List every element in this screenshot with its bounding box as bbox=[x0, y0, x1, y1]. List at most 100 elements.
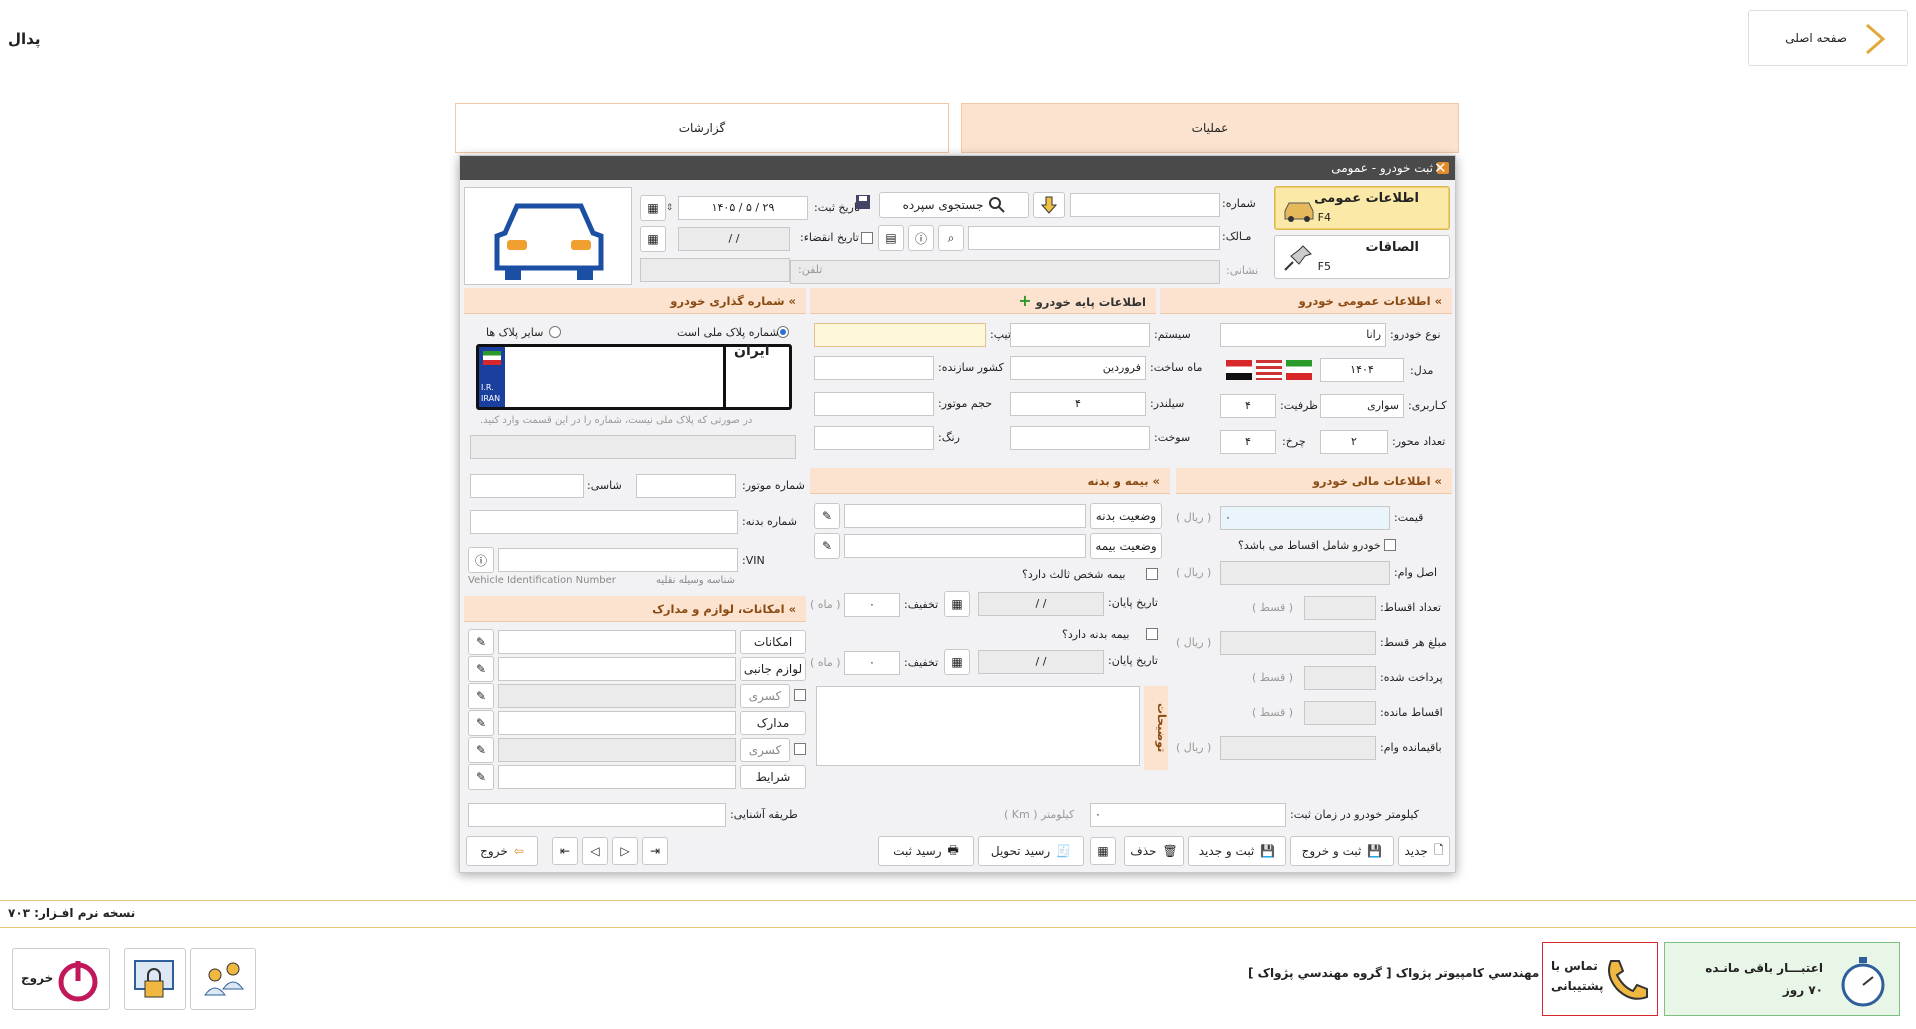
license-plate[interactable]: I.R. IRAN ایران bbox=[476, 343, 792, 410]
doc-deficiency-checkbox[interactable] bbox=[794, 743, 806, 755]
model-input[interactable]: ۱۴۰۴ bbox=[1320, 358, 1404, 382]
save-new-button[interactable]: ثبت و جدید 💾 bbox=[1188, 836, 1286, 866]
number-input[interactable] bbox=[1070, 193, 1220, 217]
conditions-input[interactable] bbox=[498, 765, 736, 789]
engine-number-input[interactable] bbox=[636, 474, 736, 498]
body-end-date-input[interactable]: / / bbox=[978, 650, 1104, 674]
owner-input[interactable] bbox=[968, 226, 1220, 250]
engine-volume-select[interactable] bbox=[814, 392, 934, 416]
exit-button[interactable]: خروج ⇦ bbox=[466, 836, 538, 866]
users-tile[interactable] bbox=[190, 948, 256, 1010]
receipt-button[interactable]: رسید ثبت 🖶 bbox=[878, 836, 974, 866]
reg-date-input[interactable]: ۱۴۰۵ / ۵ / ۲۹ bbox=[678, 196, 808, 220]
remaining-loan-input[interactable] bbox=[1220, 736, 1376, 760]
color-select[interactable] bbox=[814, 426, 934, 450]
phone-input[interactable] bbox=[640, 258, 790, 282]
notes-textarea[interactable] bbox=[816, 686, 1140, 766]
support-tile[interactable]: تماس با پشتیبانی bbox=[1542, 942, 1658, 1016]
prev-record-icon[interactable]: ◁ bbox=[582, 837, 608, 865]
facilities-input[interactable] bbox=[498, 630, 736, 654]
lock-tile[interactable] bbox=[124, 948, 186, 1010]
conditions-button[interactable]: شرایط bbox=[740, 765, 806, 789]
documents-input[interactable] bbox=[498, 711, 736, 735]
acquaintance-select[interactable] bbox=[468, 803, 726, 827]
pencil-icon[interactable]: ✎ bbox=[814, 533, 840, 559]
pencil-icon[interactable]: ✎ bbox=[468, 737, 494, 763]
deficiency-button[interactable]: کسری bbox=[740, 684, 790, 708]
info-icon[interactable]: ⓘ bbox=[468, 547, 494, 573]
country-select[interactable] bbox=[814, 356, 934, 380]
person-card-icon[interactable]: ▤ bbox=[878, 225, 904, 251]
delete-button[interactable]: حذف 🗑 bbox=[1124, 836, 1184, 866]
calendar-icon[interactable]: ▦ bbox=[640, 226, 666, 252]
month-select[interactable]: فروردین bbox=[1010, 356, 1146, 380]
general-info-button[interactable]: اطلاعات عمومی F4 bbox=[1274, 186, 1450, 230]
flag-iraq-icon[interactable] bbox=[1226, 360, 1252, 380]
tab-operations[interactable]: عملیات bbox=[961, 103, 1459, 153]
pencil-icon[interactable]: ✎ bbox=[468, 683, 494, 709]
km-input[interactable]: ۰ bbox=[1090, 803, 1286, 827]
calendar-icon[interactable]: ▦ bbox=[944, 591, 970, 617]
system-select[interactable] bbox=[1010, 323, 1150, 347]
third-discount-input[interactable]: ۰ bbox=[844, 593, 900, 617]
delivery-receipt-button[interactable]: رسید تحویل 🧾 bbox=[978, 836, 1084, 866]
chassis-input[interactable] bbox=[470, 474, 584, 498]
pencil-icon[interactable]: ✎ bbox=[468, 710, 494, 736]
pencil-icon[interactable]: ✎ bbox=[468, 629, 494, 655]
info-icon[interactable]: ⓘ bbox=[908, 225, 934, 251]
documents-button[interactable]: مدارک bbox=[740, 711, 806, 735]
wheels-input[interactable]: ۴ bbox=[1220, 430, 1276, 454]
new-button[interactable]: جدید 🗋 bbox=[1398, 836, 1450, 866]
body-discount-input[interactable]: ۰ bbox=[844, 651, 900, 675]
third-party-checkbox[interactable] bbox=[1146, 568, 1158, 580]
facilities-button[interactable]: امکانات bbox=[740, 630, 806, 654]
paid-input[interactable] bbox=[1304, 666, 1376, 690]
calendar-icon[interactable]: ▦ bbox=[640, 195, 666, 221]
body-status-input[interactable] bbox=[844, 504, 1086, 528]
close-icon[interactable]: ✕ bbox=[1434, 161, 1448, 176]
accessories-input[interactable] bbox=[498, 657, 736, 681]
installments-checkbox[interactable] bbox=[1384, 539, 1396, 551]
insurance-status-input[interactable] bbox=[844, 534, 1086, 558]
deficiency-input[interactable] bbox=[498, 684, 736, 708]
address-input[interactable] bbox=[790, 260, 1220, 284]
search-icon[interactable]: ⌕ bbox=[938, 225, 964, 251]
tip-select[interactable] bbox=[814, 323, 986, 347]
expiry-checkbox[interactable] bbox=[861, 232, 873, 244]
last-record-icon[interactable]: ⇥ bbox=[642, 837, 668, 865]
first-record-icon[interactable]: ⇤ bbox=[552, 837, 578, 865]
vin-input[interactable] bbox=[498, 548, 738, 572]
fuel-select[interactable] bbox=[1010, 426, 1150, 450]
body-number-input[interactable] bbox=[470, 510, 738, 534]
price-input[interactable]: ۰ bbox=[1220, 506, 1390, 530]
insurance-status-button[interactable]: وضعیت بیمه bbox=[1090, 533, 1162, 559]
deficiency-checkbox[interactable] bbox=[794, 689, 806, 701]
calculator-icon[interactable]: ▦ bbox=[1090, 837, 1116, 865]
remaining-installments-input[interactable] bbox=[1304, 701, 1376, 725]
capacity-input[interactable]: ۴ bbox=[1220, 394, 1276, 418]
pencil-icon[interactable]: ✎ bbox=[468, 656, 494, 682]
national-plate-radio[interactable] bbox=[777, 326, 789, 338]
other-plate-radio[interactable] bbox=[549, 326, 561, 338]
tab-reports[interactable]: گزارشات bbox=[455, 103, 949, 153]
accessories-button[interactable]: لوازم جانبی bbox=[740, 657, 806, 681]
third-end-date-input[interactable]: / / bbox=[978, 592, 1104, 616]
next-record-icon[interactable]: ▷ bbox=[612, 837, 638, 865]
pencil-icon[interactable]: ✎ bbox=[468, 764, 494, 790]
home-button[interactable]: صفحه اصلی bbox=[1748, 10, 1908, 66]
axles-input[interactable]: ۲ bbox=[1320, 430, 1388, 454]
exp-date-input[interactable]: / / bbox=[678, 227, 790, 251]
body-insurance-checkbox[interactable] bbox=[1146, 628, 1158, 640]
save-icon[interactable] bbox=[855, 194, 871, 210]
loan-input[interactable] bbox=[1220, 561, 1390, 585]
installment-count-input[interactable] bbox=[1304, 596, 1376, 620]
arrow-down-icon[interactable] bbox=[1033, 192, 1065, 218]
type-select[interactable]: رانا bbox=[1220, 323, 1386, 347]
doc-deficiency-button[interactable]: کسری bbox=[740, 738, 790, 762]
save-exit-button[interactable]: ثبت و خروج 💾 bbox=[1290, 836, 1394, 866]
cylinder-input[interactable]: ۴ bbox=[1010, 392, 1146, 416]
other-plate-input[interactable] bbox=[470, 435, 796, 459]
each-installment-input[interactable] bbox=[1220, 631, 1376, 655]
attachments-button[interactable]: الصاقات F5 bbox=[1274, 235, 1450, 279]
body-status-button[interactable]: وضعیت بدنه bbox=[1090, 503, 1162, 529]
